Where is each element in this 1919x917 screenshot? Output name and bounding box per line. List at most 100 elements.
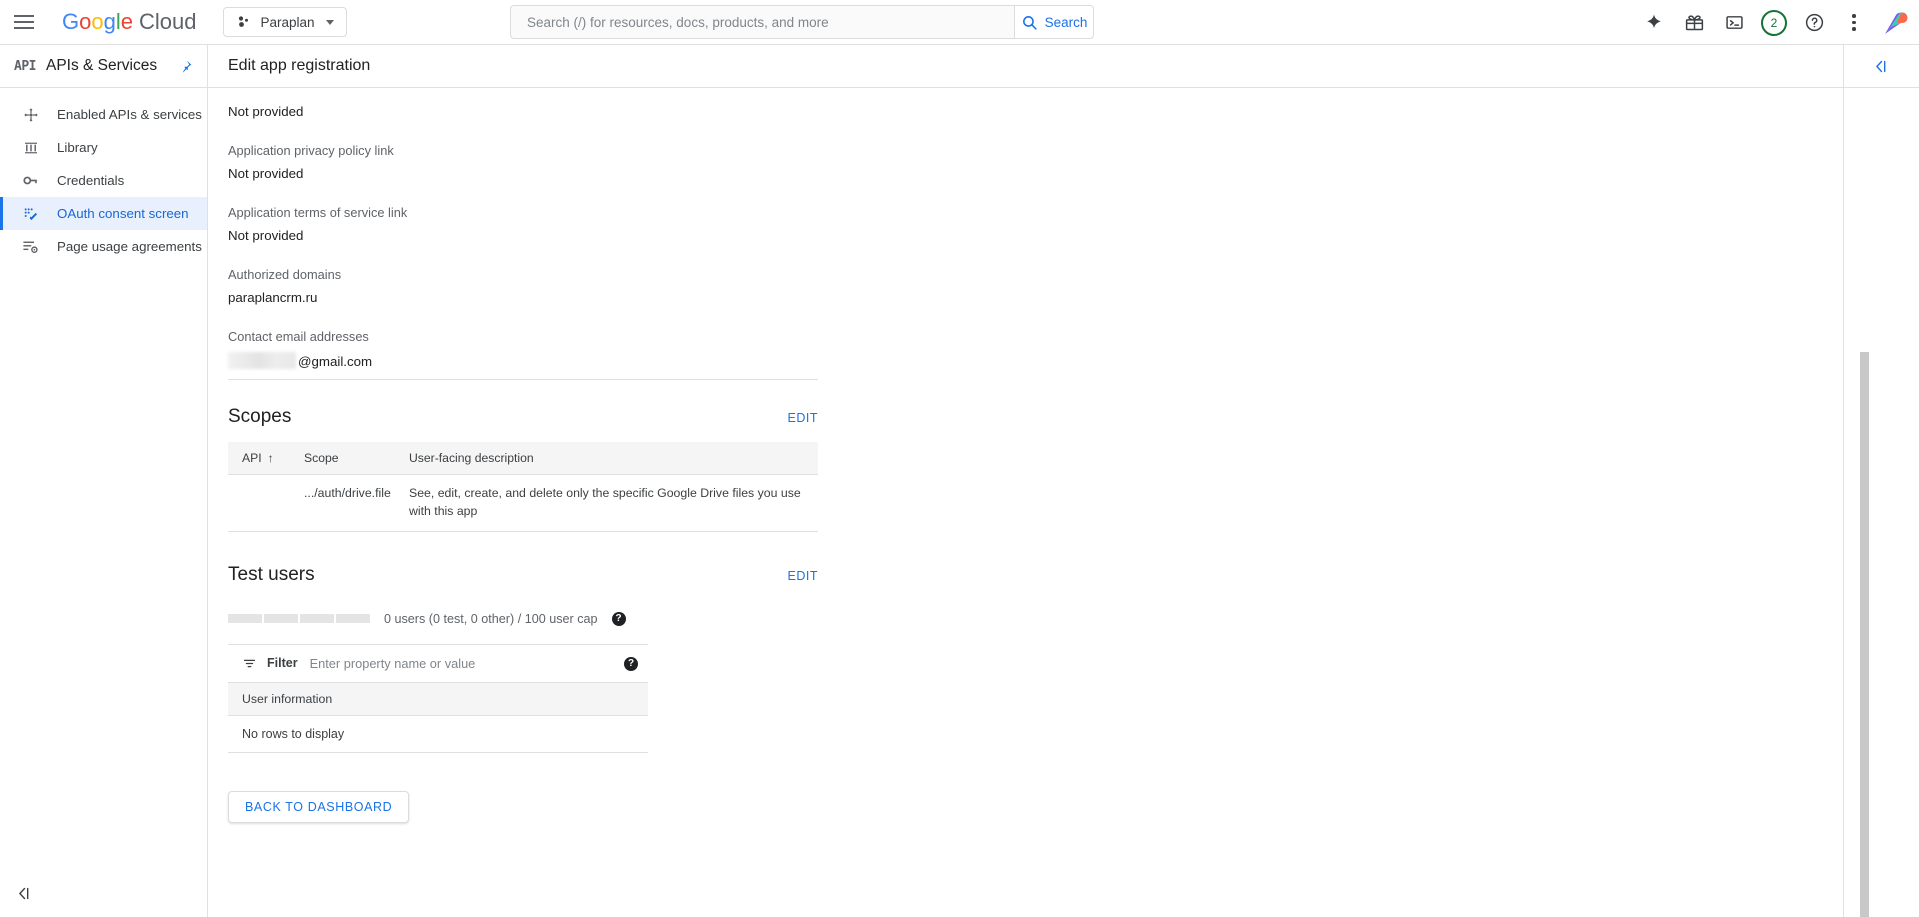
field-label: Application terms of service link — [228, 205, 1843, 220]
google-cloud-logo[interactable]: Google Cloud — [62, 9, 197, 35]
scopes-section-header: Scopes EDIT — [228, 406, 818, 428]
test-users-section-header: Test users EDIT — [228, 564, 818, 586]
sort-ascending-icon: ↑ — [268, 451, 274, 465]
sidebar-item-page-usage-agreements[interactable]: Page usage agreements — [0, 230, 207, 263]
scopes-col-scope[interactable]: Scope — [296, 442, 401, 475]
contact-email-value: @gmail.com — [228, 352, 1843, 369]
sidebar-item-label: OAuth consent screen — [57, 206, 189, 221]
project-selector-button[interactable]: Paraplan — [223, 7, 347, 37]
enabled-apis-glyph — [23, 107, 39, 123]
user-cap-help-icon[interactable]: ? — [612, 612, 626, 626]
sidebar-item-credentials[interactable]: Credentials — [0, 164, 207, 197]
notifications-button[interactable]: 2 — [1755, 4, 1793, 42]
user-cap-row: 0 users (0 test, 0 other) / 100 user cap… — [228, 612, 818, 626]
scopes-cell-api — [228, 475, 296, 532]
sidebar-product-title: APIs & Services — [46, 57, 168, 75]
main-header: Edit app registration — [208, 45, 1843, 88]
help-icon[interactable] — [1795, 4, 1833, 42]
enabled-apis-icon — [22, 106, 39, 123]
field-block-contact-email: Contact email addresses @gmail.com — [228, 329, 1843, 369]
terminal-glyph — [1724, 12, 1745, 33]
pin-icon[interactable] — [178, 59, 193, 74]
scopes-edit-link[interactable]: EDIT — [788, 411, 818, 428]
scrollbar-thumb[interactable] — [1860, 352, 1869, 917]
sidebar-item-label: Credentials — [57, 173, 124, 188]
field-block-privacy-policy: Application privacy policy link Not prov… — [228, 143, 1843, 181]
scopes-cell-scope: .../auth/drive.file — [296, 475, 401, 532]
pin-glyph — [178, 59, 193, 74]
collapse-sidebar-glyph — [16, 885, 33, 902]
table-row: .../auth/drive.file See, edit, create, a… — [228, 475, 818, 532]
search-button-label: Search — [1045, 15, 1088, 30]
field-value: paraplancrm.ru — [228, 290, 1843, 305]
oauth-consent-icon — [22, 205, 39, 222]
search-input-container[interactable] — [510, 5, 1014, 39]
page-usage-icon — [22, 238, 39, 255]
back-to-dashboard-button[interactable]: BACK TO DASHBOARD — [228, 791, 409, 823]
sparkle-glyph — [1644, 13, 1664, 33]
notifications-badge: 2 — [1761, 10, 1787, 36]
field-label: Application privacy policy link — [228, 143, 1843, 158]
chevron-down-icon — [326, 20, 334, 25]
scopes-cell-description: See, edit, create, and delete only the s… — [401, 475, 818, 532]
main-panel: Edit app registration Not provided Appli… — [208, 45, 1843, 917]
filter-input[interactable] — [308, 655, 648, 672]
scopes-col-api[interactable]: API ↑ — [228, 442, 296, 475]
scopes-table-head: API ↑ Scope User-facing description — [228, 442, 818, 475]
sidebar-item-enabled-apis[interactable]: Enabled APIs & services — [0, 98, 207, 131]
scopes-col-description[interactable]: User-facing description — [401, 442, 818, 475]
global-search: Search — [510, 5, 1094, 39]
collapse-panel-icon[interactable] — [1844, 45, 1919, 88]
test-users-edit-link[interactable]: EDIT — [788, 569, 818, 586]
test-users-filter-bar: Filter ? — [228, 644, 648, 682]
scopes-table: API ↑ Scope User-facing description .../a… — [228, 442, 818, 532]
filter-help-icon[interactable]: ? — [624, 657, 638, 671]
filter-icon[interactable] — [242, 656, 257, 671]
field-value: Not provided — [228, 104, 1843, 119]
sidebar-header: API APIs & Services — [0, 45, 207, 88]
section-divider — [228, 379, 818, 380]
project-icon — [236, 14, 252, 30]
hamburger-menu-icon[interactable] — [0, 0, 48, 45]
sidebar-item-library[interactable]: Library — [0, 131, 207, 164]
sidebar-nav: Enabled APIs & services Library — [0, 88, 207, 263]
search-button[interactable]: Search — [1014, 5, 1094, 39]
gemini-sparkle-icon[interactable] — [1635, 4, 1673, 42]
gift-glyph — [1684, 12, 1705, 33]
sidebar-item-oauth-consent-screen[interactable]: OAuth consent screen — [0, 197, 207, 230]
account-avatar[interactable] — [1879, 7, 1911, 39]
search-input[interactable] — [525, 14, 1000, 31]
avatar-glyph — [1879, 7, 1911, 39]
api-product-icon: API — [14, 59, 36, 74]
collapse-sidebar-icon[interactable] — [16, 885, 33, 907]
page-title: Edit app registration — [228, 57, 370, 75]
user-cap-progress-bar — [228, 614, 370, 623]
field-block-0: Not provided — [228, 104, 1843, 119]
app-root: Google Cloud Paraplan Search — [0, 0, 1919, 917]
gift-icon[interactable] — [1675, 4, 1713, 42]
filter-label: Filter — [267, 656, 298, 670]
key-glyph — [22, 172, 39, 189]
page-usage-glyph — [22, 238, 39, 255]
cloud-wordmark: Cloud — [139, 9, 196, 35]
field-label: Contact email addresses — [228, 329, 1843, 344]
user-cap-text: 0 users (0 test, 0 other) / 100 user cap — [384, 612, 598, 626]
scopes-col-api-label: API — [242, 451, 262, 465]
sidebar-item-label: Enabled APIs & services — [57, 107, 202, 122]
library-glyph — [23, 140, 39, 156]
main-content: Not provided Application privacy policy … — [208, 88, 1843, 917]
library-icon — [22, 139, 39, 156]
sidebar-item-label: Page usage agreements — [57, 239, 202, 254]
field-label: Authorized domains — [228, 267, 1843, 282]
field-block-authorized-domains: Authorized domains paraplancrm.ru — [228, 267, 1843, 305]
cloud-shell-icon[interactable] — [1715, 4, 1753, 42]
content-scrollbar[interactable] — [1860, 352, 1869, 917]
help-glyph — [1804, 12, 1825, 33]
project-name: Paraplan — [261, 15, 315, 30]
scopes-title: Scopes — [228, 406, 788, 428]
more-options-icon[interactable] — [1835, 4, 1873, 42]
scopes-header-row: API ↑ Scope User-facing description — [228, 442, 818, 475]
key-icon — [22, 172, 39, 189]
kebab-dots — [1852, 14, 1856, 31]
field-value: Not provided — [228, 166, 1843, 181]
